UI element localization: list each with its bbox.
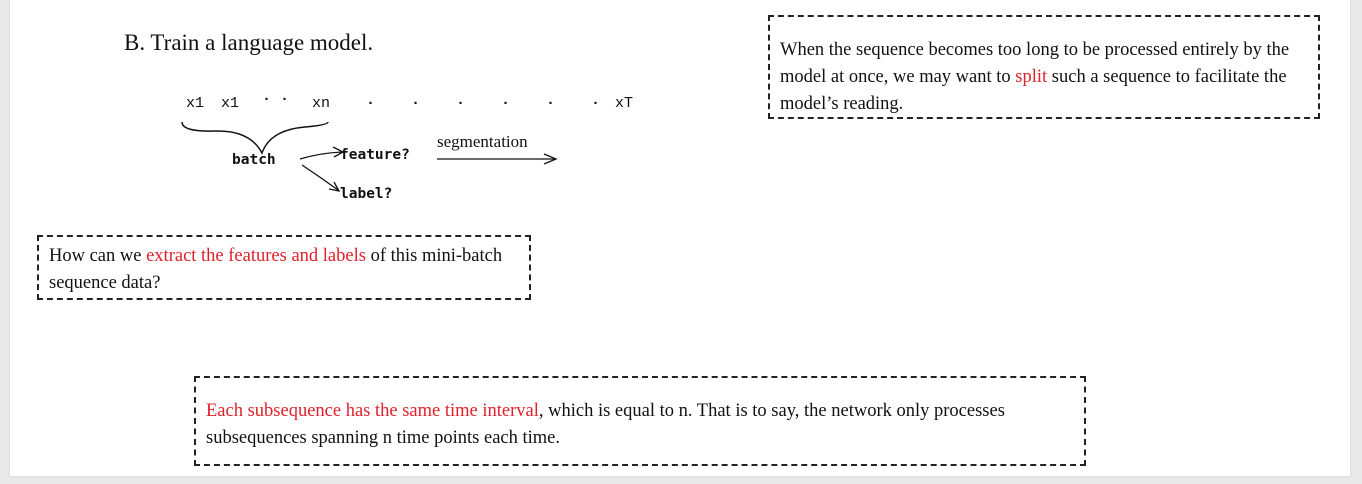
note-split-highlight: split <box>1015 67 1048 87</box>
batch-label: batch <box>232 152 276 168</box>
diagram-arrows <box>181 121 558 192</box>
batch-brace <box>181 121 329 155</box>
note-box-split: When the sequence becomes too long to be… <box>768 15 1320 119</box>
note-features-highlight: extract the features and labels <box>146 246 366 266</box>
label-label: label? <box>340 186 393 202</box>
slide-title: B. Train a language model. <box>124 30 374 55</box>
note-interval-highlight: Each subsequence has the same time inter… <box>206 401 539 421</box>
arrow-to-label <box>301 164 339 191</box>
slide-page: B. Train a language model. x1 x1 · · xn … <box>10 0 1350 476</box>
note-box-features: How can we extract the features and labe… <box>37 235 531 300</box>
note-features-text-a: How can we <box>49 246 147 266</box>
segmentation-label: segmentation <box>437 132 528 151</box>
note-box-interval: Each subsequence has the same time inter… <box>194 376 1086 466</box>
feature-label: feature? <box>340 147 410 163</box>
